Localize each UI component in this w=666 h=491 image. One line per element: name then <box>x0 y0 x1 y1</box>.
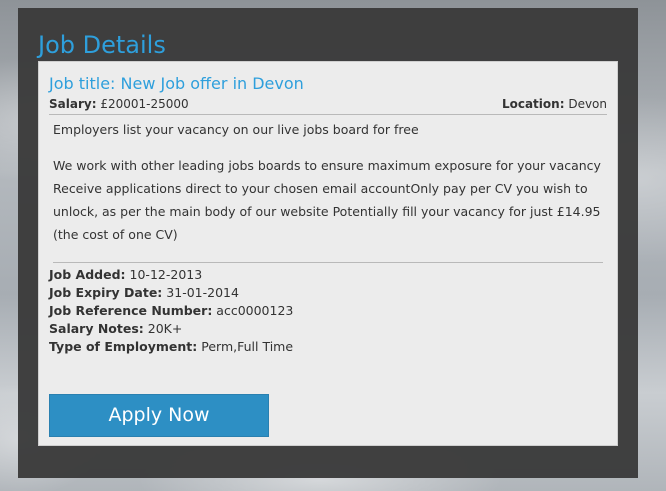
salary-label: Salary: <box>49 97 97 111</box>
location-value: Devon <box>568 97 607 111</box>
location-label: Location: <box>501 97 565 111</box>
detail-label: Job Expiry Date: <box>49 285 163 300</box>
page-title: Job Details <box>38 31 166 59</box>
detail-job-expiry-date: Job Expiry Date: 31-01-2014 <box>49 284 293 302</box>
detail-label: Job Added: <box>49 267 126 282</box>
detail-value: 31-01-2014 <box>166 285 239 300</box>
detail-value: acc0000123 <box>216 303 294 318</box>
description-paragraph-1: Employers list your vacancy on our live … <box>53 122 419 137</box>
location-info: Location: Devon <box>502 96 607 112</box>
detail-label: Salary Notes: <box>49 321 144 336</box>
detail-value: 20K+ <box>147 321 183 336</box>
salary-info: Salary: £20001-25000 <box>49 96 189 112</box>
divider <box>53 262 603 263</box>
description-paragraph-2: We work with other leading jobs boards t… <box>53 158 601 242</box>
job-card: Job title: New Job offer in Devon Salary… <box>38 61 618 446</box>
detail-label: Type of Employment: <box>49 339 198 354</box>
salary-value: £20001-25000 <box>100 97 189 111</box>
detail-salary-notes: Salary Notes: 20K+ <box>49 320 293 338</box>
job-details-panel: Job Details Job title: New Job offer in … <box>18 8 638 478</box>
apply-now-button[interactable]: Apply Now <box>49 394 269 437</box>
job-meta-row: Salary: £20001-25000 Location: Devon <box>49 96 607 115</box>
detail-job-reference-number: Job Reference Number: acc0000123 <box>49 302 293 320</box>
detail-job-added: Job Added: 10-12-2013 <box>49 266 293 284</box>
job-details-list: Job Added: 10-12-2013 Job Expiry Date: 3… <box>49 266 293 356</box>
detail-value: Perm,Full Time <box>201 339 294 354</box>
detail-value: 10-12-2013 <box>129 267 203 282</box>
detail-type-of-employment: Type of Employment: Perm,Full Time <box>49 338 293 356</box>
detail-label: Job Reference Number: <box>49 303 213 318</box>
job-description: Employers list your vacancy on our live … <box>53 118 603 246</box>
job-title: Job title: New Job offer in Devon <box>49 74 304 93</box>
